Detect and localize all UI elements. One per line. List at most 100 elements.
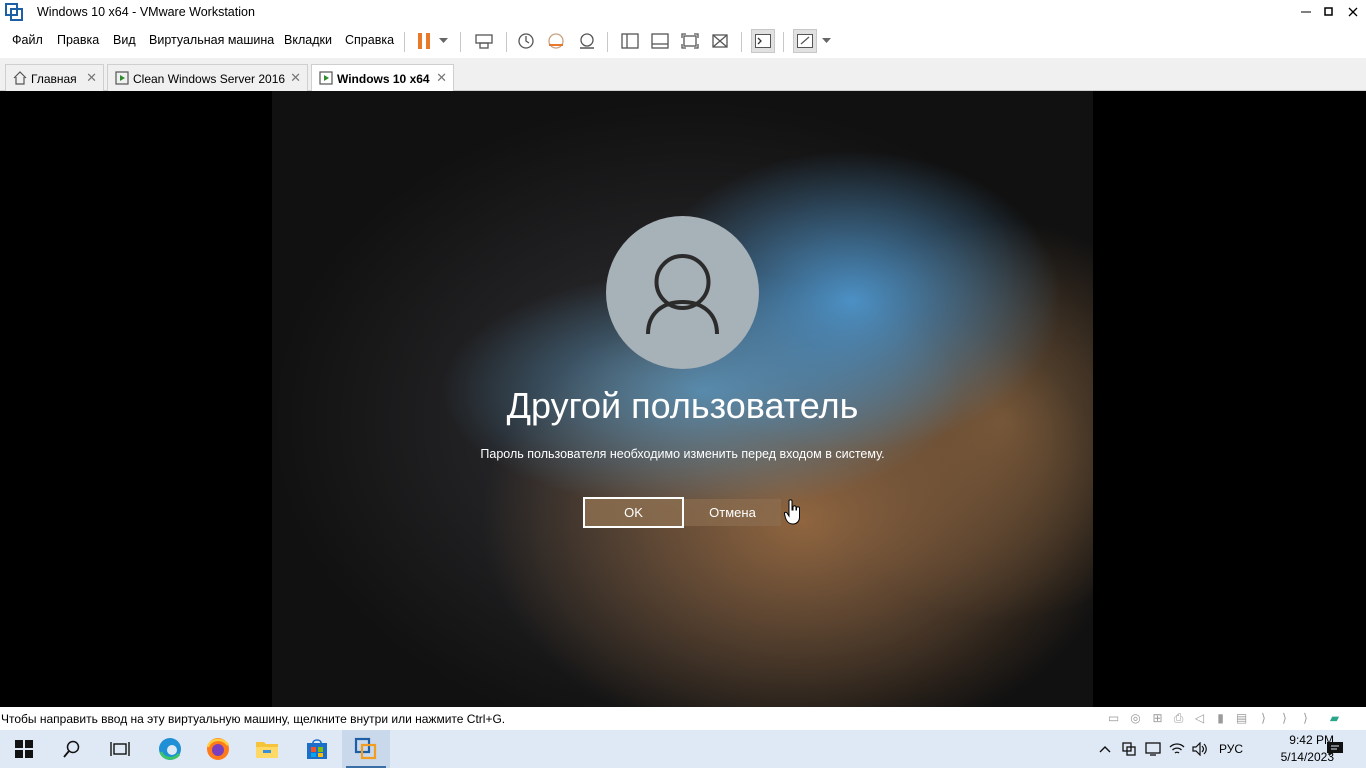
status-message: Чтобы направить ввод на эту виртуальную …	[1, 712, 506, 726]
unity-mode-button[interactable]	[708, 29, 732, 53]
send-ctrl-alt-del-button[interactable]	[472, 29, 496, 53]
device-bracket-icon[interactable]: ⟩	[1256, 711, 1271, 725]
stretch-guest-button[interactable]	[793, 29, 817, 53]
tab-windows-10[interactable]: Windows 10 x64 ✕	[311, 64, 454, 91]
sound-card-icon[interactable]: ◁	[1192, 711, 1207, 725]
vm-lock-screen[interactable]: Другой пользователь Пароль пользователя …	[272, 91, 1093, 707]
taskbar-vmware-button[interactable]	[342, 730, 390, 768]
vm-password-message: Пароль пользователя необходимо изменить …	[480, 447, 885, 461]
tray-vmware-tools-icon[interactable]	[1119, 730, 1139, 768]
windows-logo-icon	[15, 740, 33, 758]
power-dropdown[interactable]	[434, 29, 452, 53]
user-avatar	[606, 216, 759, 369]
start-button[interactable]	[0, 730, 48, 768]
network-monitor-icon	[1145, 742, 1161, 756]
toolbar-separator	[404, 32, 405, 52]
cancel-button[interactable]: Отмена	[684, 499, 781, 526]
keyboard-icon	[475, 34, 493, 49]
pause-icon	[418, 33, 430, 49]
snapshot-manager-icon	[580, 33, 594, 49]
tab-clean-windows-server[interactable]: Clean Windows Server 2016 ✕	[107, 64, 308, 91]
show-thumbnail-bar-button[interactable]	[648, 29, 672, 53]
menu-help[interactable]: Справка	[345, 33, 394, 47]
stretch-icon	[797, 34, 813, 48]
menu-vm[interactable]: Виртуальная машина	[149, 33, 274, 47]
library-panel-icon	[621, 33, 639, 49]
revert-snapshot-icon	[548, 33, 564, 49]
removable-device-icon[interactable]: ▤	[1234, 711, 1249, 725]
close-tab-icon[interactable]: ✕	[290, 70, 301, 86]
menu-tabs[interactable]: Вкладки	[284, 33, 332, 47]
vm-user-name: Другой пользователь	[506, 385, 859, 426]
vm-icon	[115, 71, 129, 85]
tray-wifi-icon[interactable]	[1167, 730, 1187, 768]
taskbar-search-button[interactable]	[48, 730, 96, 768]
menu-edit[interactable]: Правка	[57, 33, 99, 47]
taskbar-store-button[interactable]	[293, 730, 341, 768]
action-center-button[interactable]	[1318, 730, 1352, 768]
wifi-icon	[1169, 743, 1185, 754]
ok-button[interactable]: OK	[583, 497, 684, 528]
chevron-down-icon	[438, 38, 448, 43]
window-title: Windows 10 x64 - VMware Workstation	[37, 5, 255, 19]
take-snapshot-button[interactable]	[514, 29, 538, 53]
task-view-icon	[110, 742, 130, 756]
close-tab-icon[interactable]: ✕	[86, 70, 97, 86]
close-button[interactable]	[1340, 0, 1366, 24]
full-screen-button[interactable]	[678, 29, 702, 53]
device-bracket-icon[interactable]: ⟩	[1277, 711, 1292, 725]
cd-dvd-icon[interactable]: ◎	[1128, 711, 1143, 725]
network-adapter-icon[interactable]: ⊞	[1150, 711, 1165, 725]
taskbar-firefox-button[interactable]	[194, 730, 242, 768]
menu-view[interactable]: Вид	[113, 33, 136, 47]
close-tab-icon[interactable]: ✕	[436, 70, 447, 86]
tab-label: Главная	[31, 72, 77, 86]
show-hidden-icons-button[interactable]	[1095, 730, 1115, 768]
taskbar-edge-button[interactable]	[146, 730, 194, 768]
console-view-button[interactable]	[751, 29, 775, 53]
hand-cursor-icon	[784, 499, 800, 525]
toolbar-separator	[607, 32, 608, 52]
taskbar-file-explorer-button[interactable]	[243, 730, 291, 768]
tray-volume-icon[interactable]	[1190, 730, 1210, 768]
edge-browser-icon	[159, 738, 181, 760]
vm-display-area[interactable]: Другой пользователь Пароль пользователя …	[0, 91, 1366, 707]
vmware-icon	[354, 737, 377, 760]
show-library-button[interactable]	[618, 29, 642, 53]
windows-taskbar: РУС 9:42 PM 5/14/2023	[0, 730, 1366, 768]
fullscreen-icon	[681, 33, 699, 49]
revert-snapshot-button[interactable]	[544, 29, 568, 53]
tray-language[interactable]: РУС	[1214, 730, 1248, 768]
console-icon	[755, 34, 771, 48]
stretch-dropdown[interactable]	[817, 29, 835, 53]
firefox-icon	[206, 738, 229, 760]
minimize-icon	[1301, 11, 1311, 13]
user-icon	[646, 254, 719, 335]
menu-file[interactable]: Файл	[12, 33, 43, 47]
maximize-button[interactable]	[1316, 0, 1342, 24]
message-log-icon[interactable]: ▰	[1327, 711, 1342, 725]
device-bracket-icon[interactable]: ⟩	[1298, 711, 1313, 725]
chevron-up-icon	[1099, 746, 1111, 753]
maximize-icon	[1324, 7, 1333, 16]
usb-device-icon[interactable]: ▮	[1213, 711, 1228, 725]
tray-network-status-icon[interactable]	[1143, 730, 1163, 768]
snapshot-clock-icon	[518, 33, 534, 49]
hard-disk-icon[interactable]: ▭	[1106, 711, 1121, 725]
thumbnail-bar-icon	[651, 33, 669, 49]
search-icon	[63, 740, 80, 758]
pause-button[interactable]	[412, 29, 436, 53]
menu-toolbar: Файл Правка Вид Виртуальная машина Вклад…	[0, 24, 1366, 58]
vmware-app-icon[interactable]	[5, 3, 23, 21]
tab-label: Clean Windows Server 2016	[133, 72, 286, 86]
toolbar-separator	[506, 32, 507, 52]
tab-label: Windows 10 x64	[337, 72, 430, 86]
task-view-button[interactable]	[96, 730, 144, 768]
snapshot-manager-button[interactable]	[575, 29, 599, 53]
vmware-tray-icon	[1122, 742, 1136, 756]
status-bar: Чтобы направить ввод на эту виртуальную …	[0, 707, 1366, 730]
store-icon	[307, 739, 327, 759]
tab-home[interactable]: Главная ✕	[5, 64, 104, 91]
printer-icon[interactable]: ⎙	[1171, 711, 1186, 725]
toolbar-separator	[460, 32, 461, 52]
